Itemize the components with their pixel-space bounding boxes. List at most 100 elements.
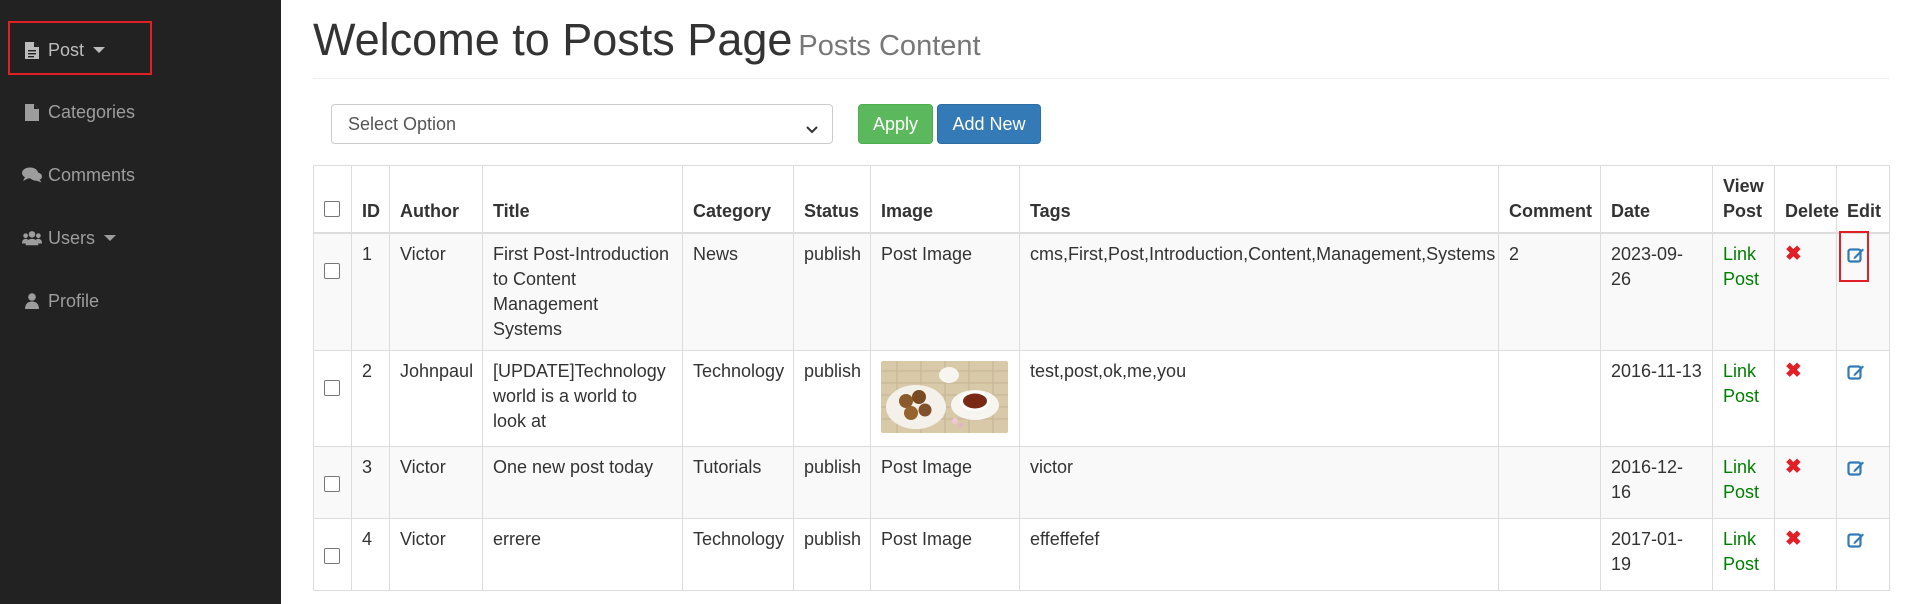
row-select-cell xyxy=(313,350,352,447)
cell-title: First Post-Introduction to Content Manag… xyxy=(482,232,683,351)
comments-icon xyxy=(22,165,42,185)
cell-delete: ✖ xyxy=(1774,350,1837,447)
cell-status: publish xyxy=(793,446,871,519)
user-icon xyxy=(22,291,42,311)
sidebar-item-label: Users xyxy=(48,227,96,248)
post-image-alt: Post Image xyxy=(881,244,973,264)
row-checkbox[interactable] xyxy=(324,548,340,564)
delete-icon[interactable]: ✖ xyxy=(1785,243,1802,265)
highlight-box-edit xyxy=(1839,231,1869,282)
cell-date: 2017-01-19 xyxy=(1600,518,1713,591)
row-checkbox[interactable] xyxy=(324,476,340,492)
cell-id: 3 xyxy=(351,446,390,519)
table-row: 1 Victor First Post-Introduction to Cont… xyxy=(313,231,1890,351)
select-all-checkbox[interactable] xyxy=(324,201,340,217)
cell-status: publish xyxy=(793,518,871,591)
edit-icon[interactable] xyxy=(1847,531,1865,556)
cell-id: 4 xyxy=(351,518,390,591)
cell-comment xyxy=(1498,350,1601,447)
sidebar-item-profile[interactable]: Profile xyxy=(22,289,99,313)
cell-tags: test,post,ok,me,you xyxy=(1019,350,1499,447)
table-row: 3 Victor One new post today Tutorials pu… xyxy=(313,446,1890,519)
column-header: Comment xyxy=(1498,165,1601,234)
page-title: Welcome to Posts Page Posts Content xyxy=(313,14,981,66)
cell-comment: 2 xyxy=(1498,232,1601,351)
cell-title: errere xyxy=(482,518,683,591)
cell-edit xyxy=(1836,231,1890,351)
select-all-cell xyxy=(313,165,352,234)
cell-comment xyxy=(1498,446,1601,519)
cell-author: Victor xyxy=(389,446,483,519)
column-header: Category xyxy=(682,165,794,234)
column-header: Delete xyxy=(1774,165,1839,234)
add-new-button[interactable]: Add New xyxy=(937,104,1041,144)
column-header: Image xyxy=(870,165,1020,234)
cell-title: [UPDATE]Technology world is a world to l… xyxy=(482,350,683,447)
row-select-cell xyxy=(313,518,352,591)
cell-tags: effeffefef xyxy=(1019,518,1499,591)
post-thumbnail-image xyxy=(881,361,1008,433)
cell-category: Technology xyxy=(682,518,794,591)
cell-image: Post Image xyxy=(870,518,1020,591)
column-header: Tags xyxy=(1019,165,1499,234)
delete-icon[interactable]: ✖ xyxy=(1785,528,1802,550)
cell-view: Link Post xyxy=(1712,350,1775,447)
cell-edit xyxy=(1836,518,1890,591)
page-subtitle: Posts Content xyxy=(798,30,981,62)
sidebar-item-categories[interactable]: Categories xyxy=(22,100,135,124)
cell-tags: cms,First,Post,Introduction,Content,Mana… xyxy=(1019,232,1499,351)
cell-delete: ✖ xyxy=(1774,232,1837,351)
cell-category: Technology xyxy=(682,350,794,447)
sidebar-item-label: Comments xyxy=(48,164,136,185)
edit-icon[interactable] xyxy=(1847,363,1865,388)
column-header: Author xyxy=(389,165,483,234)
cell-id: 2 xyxy=(351,350,390,447)
cell-title: One new post today xyxy=(482,446,683,519)
table-row: 4 Victor errere Technology publish Post … xyxy=(313,518,1890,591)
table-header-row: ID Author Title Category Status Image Ta… xyxy=(313,165,1890,234)
sidebar: Post Categories Comments Users Profile xyxy=(0,0,281,604)
bulk-options-select[interactable]: Select Option xyxy=(331,104,833,144)
cell-view: Link Post xyxy=(1712,232,1775,351)
apply-button[interactable]: Apply xyxy=(858,104,933,144)
column-header: View Post xyxy=(1712,165,1775,234)
cell-image xyxy=(870,350,1020,447)
table-row: 2 Johnpaul [UPDATE]Technology world is a… xyxy=(313,350,1890,447)
view-post-link[interactable]: Link Post xyxy=(1723,457,1759,502)
view-post-link[interactable]: Link Post xyxy=(1723,244,1759,289)
cell-status: publish xyxy=(793,350,871,447)
cell-edit xyxy=(1836,350,1890,447)
cell-date: 2016-12-16 xyxy=(1600,446,1713,519)
bulk-options-value: Select Option xyxy=(348,113,457,134)
sidebar-item-label: Profile xyxy=(48,290,100,311)
sidebar-item-users[interactable]: Users xyxy=(22,226,117,250)
delete-icon[interactable]: ✖ xyxy=(1785,456,1802,478)
row-checkbox[interactable] xyxy=(324,263,340,279)
edit-icon[interactable] xyxy=(1847,459,1865,484)
view-post-link[interactable]: Link Post xyxy=(1723,361,1759,406)
delete-icon[interactable]: ✖ xyxy=(1785,360,1802,382)
row-checkbox[interactable] xyxy=(324,380,340,396)
column-header: Edit xyxy=(1836,165,1890,234)
column-header: Title xyxy=(482,165,683,234)
cell-edit xyxy=(1836,446,1890,519)
users-icon xyxy=(22,228,42,248)
page-title-text: Welcome to Posts Page xyxy=(313,14,793,65)
title-divider xyxy=(313,78,1889,79)
cell-tags: victor xyxy=(1019,446,1499,519)
chevron-down-icon xyxy=(806,118,818,139)
highlight-box-post xyxy=(8,21,152,75)
posts-table: ID Author Title Category Status Image Ta… xyxy=(313,165,1890,591)
post-image-alt: Post Image xyxy=(881,457,973,477)
sidebar-item-comments[interactable]: Comments xyxy=(22,163,135,187)
cell-image: Post Image xyxy=(870,232,1020,351)
cell-view: Link Post xyxy=(1712,446,1775,519)
cell-delete: ✖ xyxy=(1774,446,1837,519)
sidebar-item-label: Categories xyxy=(48,101,136,122)
cell-author: Johnpaul xyxy=(389,350,483,447)
cell-author: Victor xyxy=(389,232,483,351)
cell-date: 2016-11-13 xyxy=(1600,350,1713,447)
view-post-link[interactable]: Link Post xyxy=(1723,529,1759,574)
cell-view: Link Post xyxy=(1712,518,1775,591)
cell-author: Victor xyxy=(389,518,483,591)
